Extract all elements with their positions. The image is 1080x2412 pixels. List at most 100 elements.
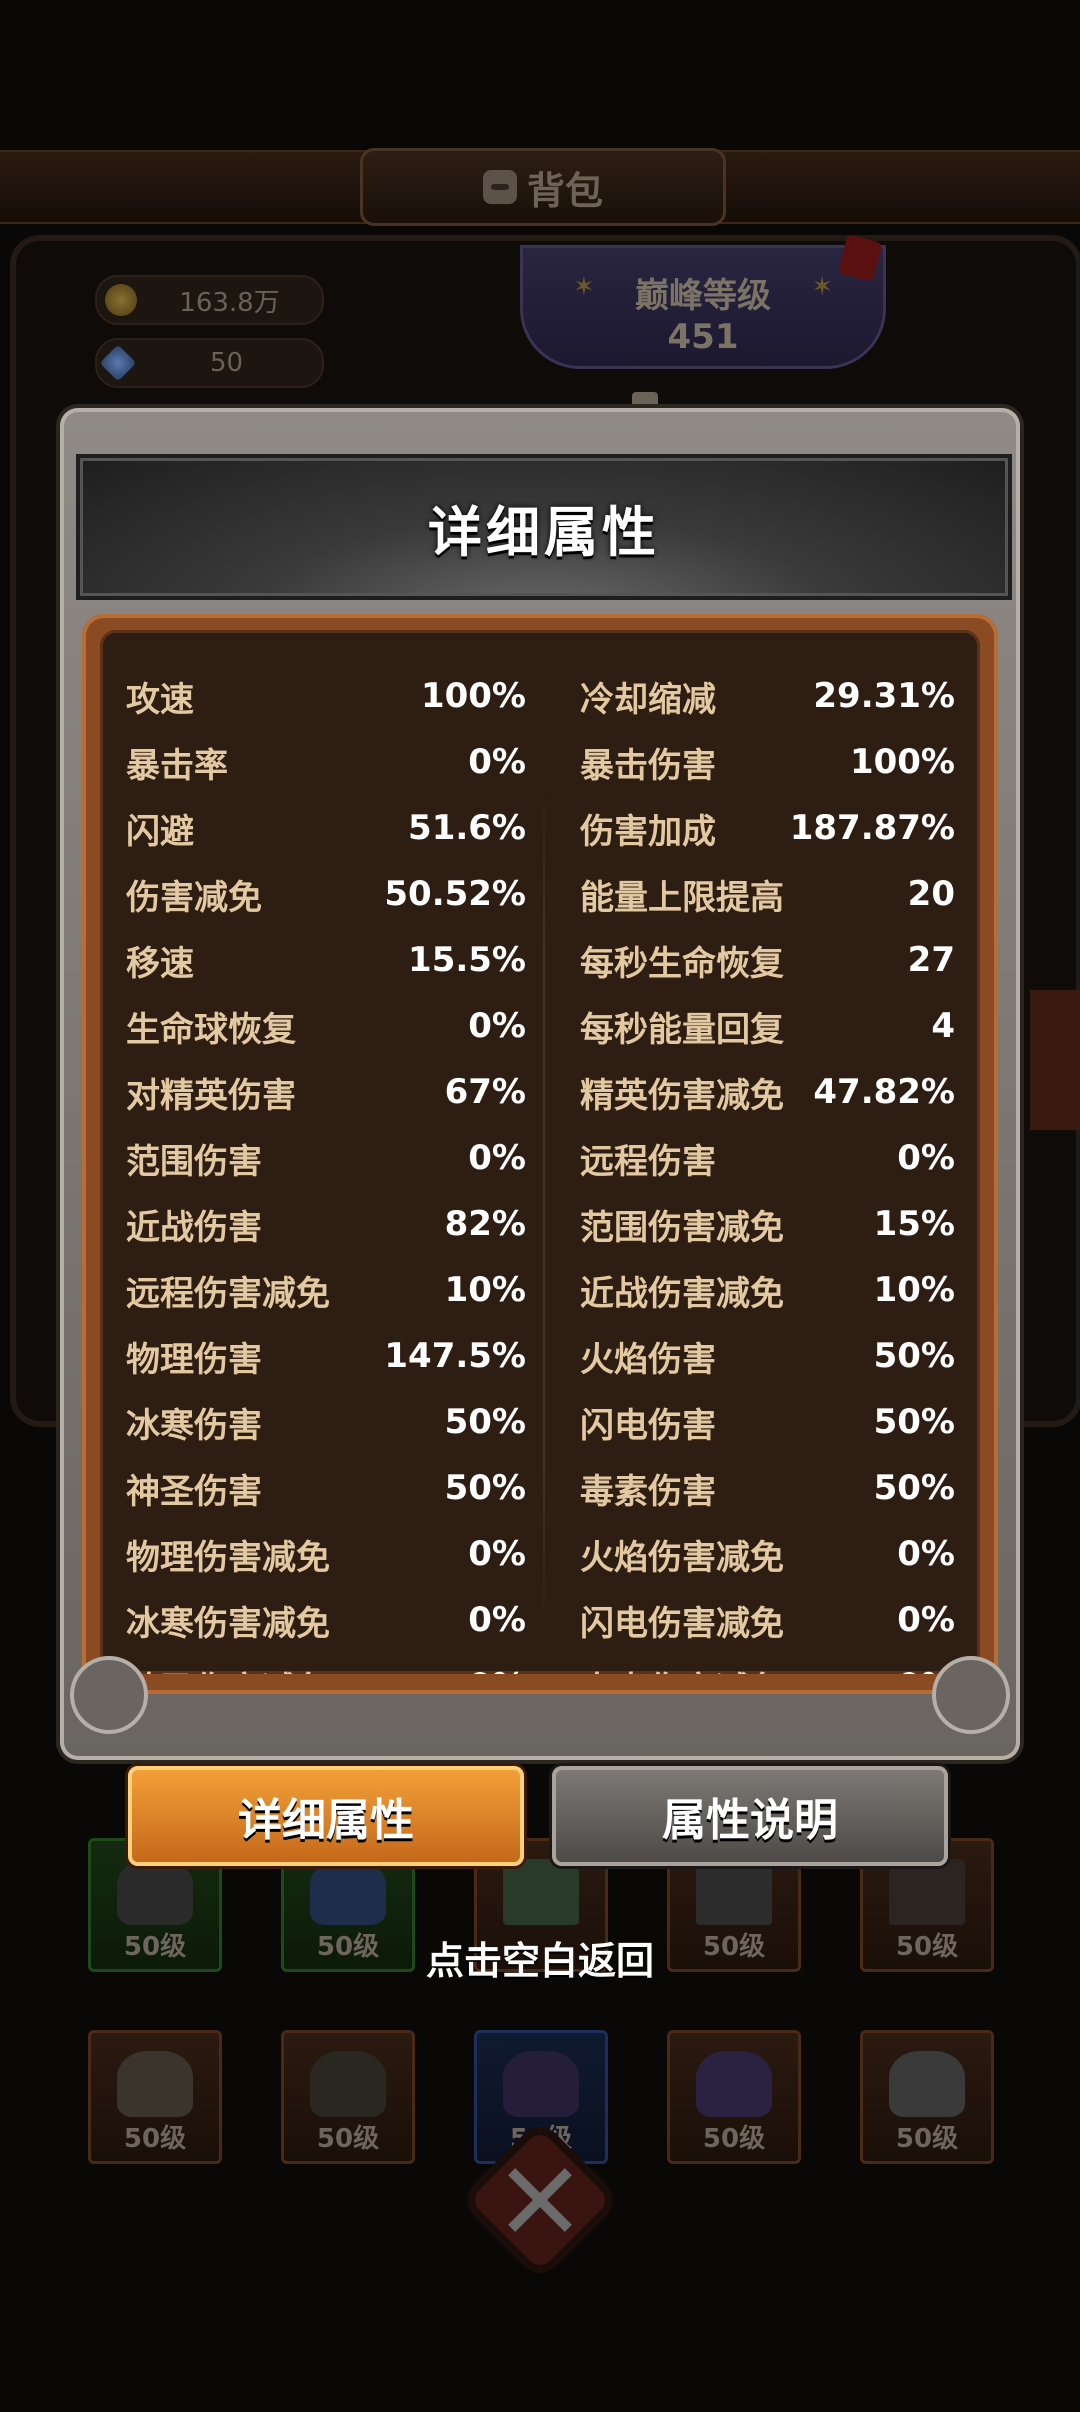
gold-coin-icon	[105, 284, 137, 316]
axe-icon	[696, 1859, 772, 1925]
horn-icon	[117, 2051, 193, 2117]
stat-value: 50%	[873, 1336, 955, 1376]
stat-label: 暴击伤害	[580, 745, 716, 786]
stat-row: 对精英伤害 67%	[126, 1062, 526, 1122]
sword-icon	[503, 1859, 579, 1925]
stat-label: 火焰伤害	[580, 1339, 716, 1380]
stat-value: 50%	[444, 1402, 526, 1442]
column-divider	[543, 775, 545, 1635]
modal-title-bar: 详细属性	[76, 454, 1012, 600]
stat-value: 100%	[849, 742, 955, 782]
stat-value: 20	[907, 874, 955, 914]
stat-value: 29.31%	[813, 676, 955, 716]
stat-row: 物理伤害 147.5%	[126, 1326, 526, 1386]
equipment-slot[interactable]: 50级	[88, 2030, 222, 2164]
stat-value: 50%	[873, 1402, 955, 1442]
stat-row: 生命球恢复 0%	[126, 996, 526, 1056]
stat-value: 100%	[420, 676, 526, 716]
stat-row: 毒素伤害减免0%	[580, 1656, 955, 1674]
stat-value: 0%	[468, 742, 526, 782]
helmet-icon	[117, 1859, 193, 1925]
horn-icon	[696, 2051, 772, 2117]
stat-value: 15.5%	[408, 940, 526, 980]
gem-counter: 50	[95, 338, 324, 388]
stat-row: 闪避 51.6%	[126, 798, 526, 858]
stat-row: 火焰伤害减免 0%	[580, 1524, 955, 1584]
stats-list[interactable]: 攻速 100% 暴击率 0% 闪避 51.6% 伤害减免 50.52% 移速 15.5% 生命球恢复…	[100, 630, 980, 1674]
stat-row: 冰寒伤害 50%	[126, 1392, 526, 1452]
stat-row: 毒素伤害 50%	[580, 1458, 955, 1518]
stat-row: 远程伤害减免 10%	[126, 1260, 526, 1320]
stat-label: 每秒生命恢复	[580, 943, 784, 984]
stat-row: 攻速 100%	[126, 666, 526, 726]
stat-row: 每秒能量回复 4	[580, 996, 955, 1056]
stat-row: 冰寒伤害减免 0%	[126, 1590, 526, 1650]
stat-value: 27	[907, 940, 955, 980]
corner-ornament-icon	[932, 1656, 1010, 1734]
tab-attribute-explanation[interactable]: 属性说明	[552, 1766, 948, 1866]
stat-label: 闪避	[126, 811, 194, 852]
stat-value: 0%	[468, 1006, 526, 1046]
stat-row: 伤害加成 187.87%	[580, 798, 955, 858]
modal-title: 详细属性	[428, 500, 660, 564]
stat-row: 范围伤害减免 15%	[580, 1194, 955, 1254]
stat-label: 冰寒伤害	[126, 1405, 262, 1446]
stat-row: 神圣伤害减免0%	[126, 1656, 526, 1674]
stat-row: 神圣伤害 50%	[126, 1458, 526, 1518]
stat-label: 物理伤害减免	[126, 1537, 330, 1578]
tab-detail-attributes[interactable]: 详细属性	[128, 1766, 524, 1866]
stat-row: 伤害减免 50.52%	[126, 864, 526, 924]
slot-level: 50级	[316, 2124, 380, 2154]
stat-label: 毒素伤害减免	[580, 1662, 897, 1675]
stat-value: 10%	[444, 1270, 526, 1310]
stat-value: 15%	[873, 1204, 955, 1244]
stat-value: 82%	[444, 1204, 526, 1244]
peak-level-plate[interactable]: ✶ ✶ 巅峰等级 451	[520, 245, 886, 369]
equipment-slot[interactable]: 50级	[281, 2030, 415, 2164]
stat-value: 67%	[444, 1072, 526, 1112]
stat-value: 10%	[873, 1270, 955, 1310]
stat-label: 每秒能量回复	[580, 1009, 784, 1050]
stat-label: 远程伤害	[580, 1141, 716, 1182]
stat-row: 暴击率 0%	[126, 732, 526, 792]
star-icon: ✶	[573, 272, 595, 302]
stat-value: 0%	[468, 1534, 526, 1574]
stat-value: 4	[931, 1006, 955, 1046]
equipment-slot[interactable]: 50级	[860, 2030, 994, 2164]
stat-value: 0%	[897, 1138, 955, 1178]
stat-label: 对精英伤害	[126, 1075, 296, 1116]
stat-label: 神圣伤害减免	[126, 1662, 468, 1675]
stat-row: 远程伤害 0%	[580, 1128, 955, 1188]
stat-label: 暴击率	[126, 745, 228, 786]
stat-row: 范围伤害 0%	[126, 1128, 526, 1188]
gold-counter: 163.8万	[95, 275, 324, 325]
stat-row: 能量上限提高 20	[580, 864, 955, 924]
stat-label: 冷却缩减	[580, 679, 716, 720]
stat-row: 精英伤害减免 47.82%	[580, 1062, 955, 1122]
slot-level: 50级	[123, 2124, 187, 2154]
bag-title: 背包	[526, 168, 603, 213]
stat-row: 移速 15.5%	[126, 930, 526, 990]
stat-label: 精英伤害减免	[580, 1075, 784, 1116]
stat-row: 闪电伤害 50%	[580, 1392, 955, 1452]
peak-level-value: 451	[667, 317, 739, 357]
side-tab	[1030, 990, 1080, 1130]
slot-level: 50级	[702, 2124, 766, 2154]
bag-title-plate: 背包	[360, 148, 726, 226]
stat-label: 攻速	[126, 679, 194, 720]
tap-to-return-hint: 点击空白返回	[425, 1939, 654, 1983]
stat-label: 范围伤害	[126, 1141, 262, 1182]
stat-row: 火焰伤害 50%	[580, 1326, 955, 1386]
stat-row: 物理伤害减免 0%	[126, 1524, 526, 1584]
stat-row: 近战伤害减免 10%	[580, 1260, 955, 1320]
stat-label: 物理伤害	[126, 1339, 262, 1380]
stat-row: 冷却缩减 29.31%	[580, 666, 955, 726]
stat-value: 187.87%	[789, 808, 955, 848]
stat-value: 47.82%	[813, 1072, 955, 1112]
stat-value: 0%	[897, 1600, 955, 1640]
equipment-slot[interactable]: 50级	[667, 2030, 801, 2164]
stat-row: 闪电伤害减免 0%	[580, 1590, 955, 1650]
gold-amount: 163.8万	[179, 287, 280, 318]
stat-label: 冰寒伤害减免	[126, 1603, 330, 1644]
stat-label: 火焰伤害减免	[580, 1537, 784, 1578]
